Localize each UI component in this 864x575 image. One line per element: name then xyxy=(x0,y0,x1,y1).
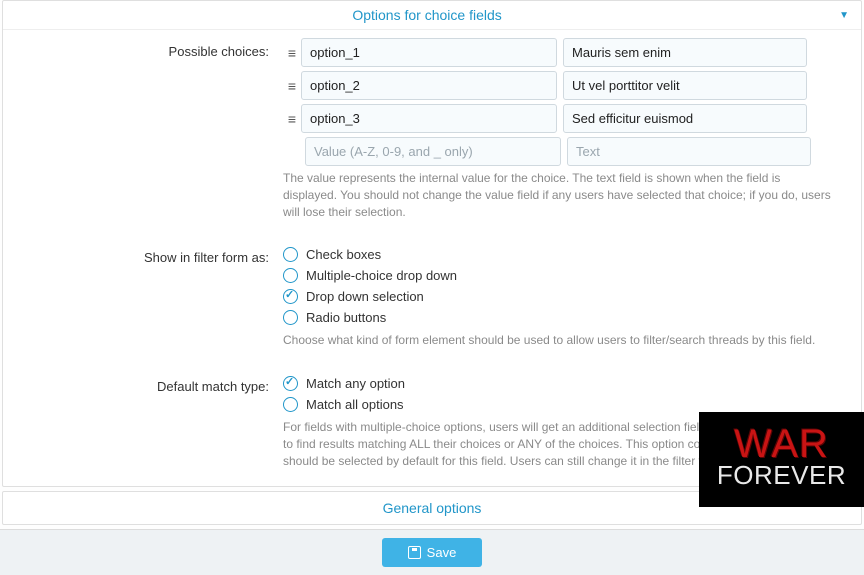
possible-choices-body: ≡ ≡ ≡ The value repre xyxy=(283,38,849,220)
match-type-label: Default match type: xyxy=(15,373,283,394)
logo-line2: FOREVER xyxy=(717,460,846,491)
save-icon xyxy=(408,546,421,559)
drag-handle-icon[interactable]: ≡ xyxy=(283,111,301,127)
filter-form-help: Choose what kind of form element should … xyxy=(283,332,833,349)
radio-label: Match all options xyxy=(306,397,404,412)
radio-radiobuttons[interactable]: Radio buttons xyxy=(283,307,849,328)
radio-label: Check boxes xyxy=(306,247,381,262)
choice-row-new xyxy=(283,137,849,166)
possible-choices-help: The value represents the internal value … xyxy=(283,170,833,220)
radio-icon xyxy=(283,268,298,283)
chevron-down-icon: ▼ xyxy=(839,10,849,21)
radio-checkboxes[interactable]: Check boxes xyxy=(283,244,849,265)
radio-label: Drop down selection xyxy=(306,289,424,304)
filter-form-label: Show in filter form as: xyxy=(15,244,283,265)
save-button[interactable]: Save xyxy=(382,538,483,567)
possible-choices-row: Possible choices: ≡ ≡ ≡ xyxy=(15,38,849,220)
choice-text-input[interactable] xyxy=(563,104,807,133)
choice-text-input[interactable] xyxy=(563,38,807,67)
choice-row: ≡ xyxy=(283,38,849,67)
choice-text-input-new[interactable] xyxy=(567,137,811,166)
choice-value-input[interactable] xyxy=(301,104,557,133)
radio-icon xyxy=(283,289,298,304)
radio-match-any[interactable]: Match any option xyxy=(283,373,849,394)
radio-dropdown[interactable]: Drop down selection xyxy=(283,286,849,307)
possible-choices-label: Possible choices: xyxy=(15,38,283,59)
radio-icon xyxy=(283,376,298,391)
footer-bar: Save xyxy=(0,529,864,575)
choice-value-input-new[interactable] xyxy=(305,137,561,166)
radio-icon xyxy=(283,310,298,325)
choice-row: ≡ xyxy=(283,104,849,133)
general-options-title: General options xyxy=(383,500,482,516)
radio-label: Radio buttons xyxy=(306,310,386,325)
choice-value-input[interactable] xyxy=(301,38,557,67)
drag-handle-icon[interactable]: ≡ xyxy=(283,78,301,94)
radio-label: Multiple-choice drop down xyxy=(306,268,457,283)
filter-form-row: Show in filter form as: Check boxes Mult… xyxy=(15,244,849,349)
panel-header[interactable]: Options for choice fields ▼ xyxy=(3,1,861,30)
save-button-label: Save xyxy=(427,545,457,560)
radio-multiple-dropdown[interactable]: Multiple-choice drop down xyxy=(283,265,849,286)
panel-title: Options for choice fields xyxy=(15,7,839,23)
choice-text-input[interactable] xyxy=(563,71,807,100)
radio-icon xyxy=(283,247,298,262)
radio-icon xyxy=(283,397,298,412)
choice-value-input[interactable] xyxy=(301,71,557,100)
choice-row: ≡ xyxy=(283,71,849,100)
radio-label: Match any option xyxy=(306,376,405,391)
filter-form-body: Check boxes Multiple-choice drop down Dr… xyxy=(283,244,849,349)
logo-overlay: WAR FOREVER xyxy=(699,412,864,507)
logo-line1: WAR xyxy=(734,428,829,460)
drag-handle-icon[interactable]: ≡ xyxy=(283,45,301,61)
